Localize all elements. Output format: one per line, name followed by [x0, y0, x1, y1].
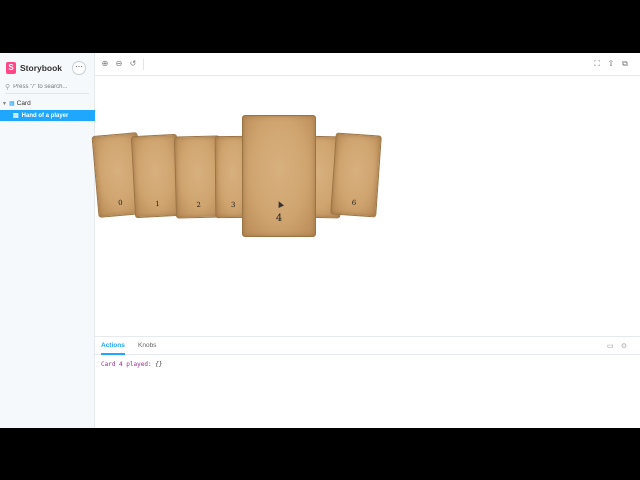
search-box: ⚲	[5, 81, 89, 94]
tab-knobs[interactable]: Knobs	[138, 337, 156, 355]
card-4-selected[interactable]: 4	[242, 115, 316, 237]
card-number: 6	[351, 198, 357, 208]
card-number: 1	[155, 199, 160, 209]
tree-folder-label: Card	[16, 100, 31, 107]
reset-zoom-icon[interactable]: ↺	[128, 59, 138, 68]
chevron-down-icon: ▼	[2, 100, 7, 107]
addons-panel: Actions Knobs ▭ ⊙ Card 4 played: {}	[95, 336, 640, 428]
search-input[interactable]	[13, 84, 84, 90]
storybook-window: S Storybook ⋯ ⚲ ▼ ▦ Card ▤ Hand of a pla…	[0, 53, 640, 428]
folder-icon: ▦	[8, 101, 15, 107]
open-new-tab-icon[interactable]: ⧉	[620, 59, 630, 69]
storybook-logo-icon: S	[6, 62, 16, 74]
card-number: 4	[275, 213, 283, 224]
share-icon[interactable]: ⇧	[606, 59, 616, 68]
action-log-label: Card 4 played:	[101, 361, 152, 368]
preview-canvas: 0 1 2 3 5 6 4	[91, 76, 640, 336]
tab-actions[interactable]: Actions	[101, 337, 125, 355]
brand[interactable]: S Storybook	[6, 62, 62, 74]
sidebar: S Storybook ⋯ ⚲ ▼ ▦ Card ▤ Hand of a pla…	[0, 53, 95, 428]
search-icon: ⚲	[5, 84, 11, 91]
card-number: 2	[196, 200, 202, 210]
toolbar-divider	[143, 59, 144, 70]
panel-settings-icon[interactable]: ⊙	[621, 342, 627, 350]
sidebar-menu-button[interactable]: ⋯	[72, 61, 86, 75]
tree-folder-card[interactable]: ▼ ▦ Card	[2, 100, 31, 107]
tree-story-hand-of-a-player[interactable]: ▤ Hand of a player	[0, 110, 95, 121]
fullscreen-icon[interactable]: ⛶	[592, 59, 602, 69]
story-icon: ▤	[13, 113, 19, 119]
tree-story-label: Hand of a player	[21, 112, 69, 119]
action-log-value: {}	[155, 361, 163, 368]
card-6[interactable]: 6	[330, 132, 382, 218]
panel-tabs: Actions Knobs ▭ ⊙	[95, 337, 640, 355]
brand-name: Storybook	[20, 63, 63, 73]
zoom-in-icon[interactable]: ⊕	[100, 59, 110, 68]
toolbar: ⊕ ⊖ ↺ ⛶ ⇧ ⧉	[95, 53, 640, 76]
zoom-out-icon[interactable]: ⊖	[114, 59, 124, 68]
panel-layout-icon[interactable]: ▭	[607, 342, 614, 350]
action-log-entry: Card 4 played: {}	[101, 361, 162, 368]
